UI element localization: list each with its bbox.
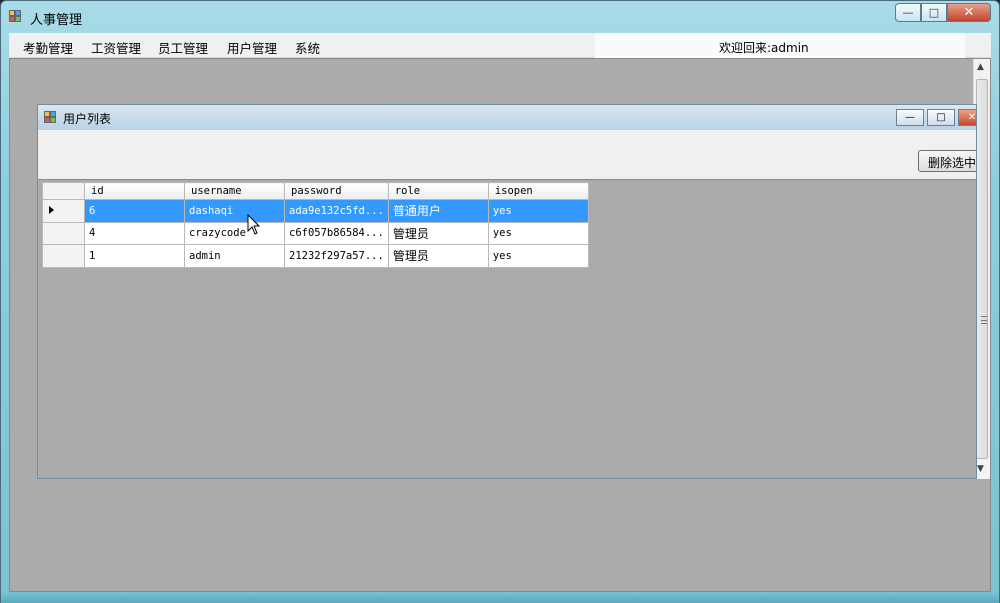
column-header-username[interactable]: username	[184, 182, 285, 200]
cell-isopen[interactable]: yes	[487, 221, 589, 245]
cell-password[interactable]: c6f057b86584...	[284, 221, 389, 245]
title-bar[interactable]: 人事管理 — □ ✕	[1, 1, 999, 33]
current-row-icon	[49, 205, 54, 214]
child-title-bar[interactable]: 用户列表 — □ ✕	[38, 105, 976, 130]
menu-salary[interactable]: 工资管理	[91, 38, 141, 57]
row-header[interactable]	[42, 244, 85, 268]
window-title: 人事管理	[30, 13, 83, 28]
scroll-up-icon[interactable]: ▲	[977, 62, 984, 72]
column-header-isopen[interactable]: isopen	[487, 182, 589, 200]
cell-isopen[interactable]: yes	[487, 199, 589, 223]
grid-area: id username password role isopen 6 dasha…	[38, 179, 976, 478]
welcome-text: 欢迎回来:admin	[719, 41, 809, 55]
cell-role[interactable]: 管理员	[387, 221, 489, 245]
menu-attendance[interactable]: 考勤管理	[23, 38, 73, 57]
menu-bar: 考勤管理 工资管理 员工管理 用户管理 系统 欢迎回来:admin	[9, 33, 991, 58]
cell-id[interactable]: 6	[84, 199, 185, 223]
column-header-role[interactable]: role	[387, 182, 489, 200]
cell-id[interactable]: 1	[84, 244, 185, 268]
main-window: 人事管理 — □ ✕ 考勤管理 工资管理 员工管理 用户管理 系统 欢迎回来:a…	[0, 0, 1000, 603]
minimize-button[interactable]: —	[895, 3, 921, 22]
table-row[interactable]: 1 admin 21232f297a57... 管理员 yes	[42, 244, 589, 268]
toolbar-area	[38, 130, 976, 179]
menu-user[interactable]: 用户管理	[227, 38, 277, 57]
user-list-window: 用户列表 — □ ✕ 删除选中 id username password rol…	[37, 104, 977, 479]
column-header-password[interactable]: password	[284, 182, 389, 200]
maximize-button[interactable]: □	[921, 3, 947, 22]
cell-role[interactable]: 普通用户	[387, 199, 489, 223]
cell-username[interactable]: dashaqi	[184, 199, 285, 223]
scroll-down-icon[interactable]: ▼	[977, 464, 984, 474]
cell-username[interactable]: admin	[184, 244, 285, 268]
table-row[interactable]: 4 crazycode c6f057b86584... 管理员 yes	[42, 221, 589, 245]
caption-buttons: — □ ✕	[895, 3, 991, 23]
child-caption-buttons: — □ ✕	[896, 109, 976, 126]
cell-role[interactable]: 管理员	[387, 244, 489, 268]
row-header[interactable]	[42, 199, 85, 223]
table-row[interactable]: 6 dashaqi ada9e132c5fd... 普通用户 yes	[42, 199, 589, 223]
row-header-corner[interactable]	[42, 182, 85, 200]
cell-password[interactable]: ada9e132c5fd...	[284, 199, 389, 223]
cell-username[interactable]: crazycode	[184, 221, 285, 245]
menu-system[interactable]: 系统	[295, 38, 320, 57]
mouse-cursor-icon	[247, 214, 261, 235]
column-header-id[interactable]: id	[84, 182, 185, 200]
app-icon	[9, 10, 23, 24]
child-app-icon	[44, 111, 58, 125]
cell-password[interactable]: 21232f297a57...	[284, 244, 389, 268]
user-grid: id username password role isopen 6 dasha…	[42, 182, 589, 268]
scroll-thumb[interactable]	[976, 79, 988, 459]
cell-id[interactable]: 4	[84, 221, 185, 245]
close-button[interactable]: ✕	[947, 3, 991, 22]
child-minimize-button[interactable]: —	[896, 109, 924, 126]
child-close-button[interactable]: ✕	[958, 109, 976, 126]
grid-header-row: id username password role isopen	[42, 182, 589, 200]
menu-employee[interactable]: 员工管理	[158, 38, 208, 57]
grip-icon	[981, 316, 987, 324]
child-window-title: 用户列表	[63, 112, 112, 126]
cell-isopen[interactable]: yes	[487, 244, 589, 268]
delete-selected-button[interactable]: 删除选中	[918, 150, 976, 172]
row-header[interactable]	[42, 221, 85, 245]
child-maximize-button[interactable]: □	[927, 109, 955, 126]
window-bottom-border	[1, 592, 999, 603]
